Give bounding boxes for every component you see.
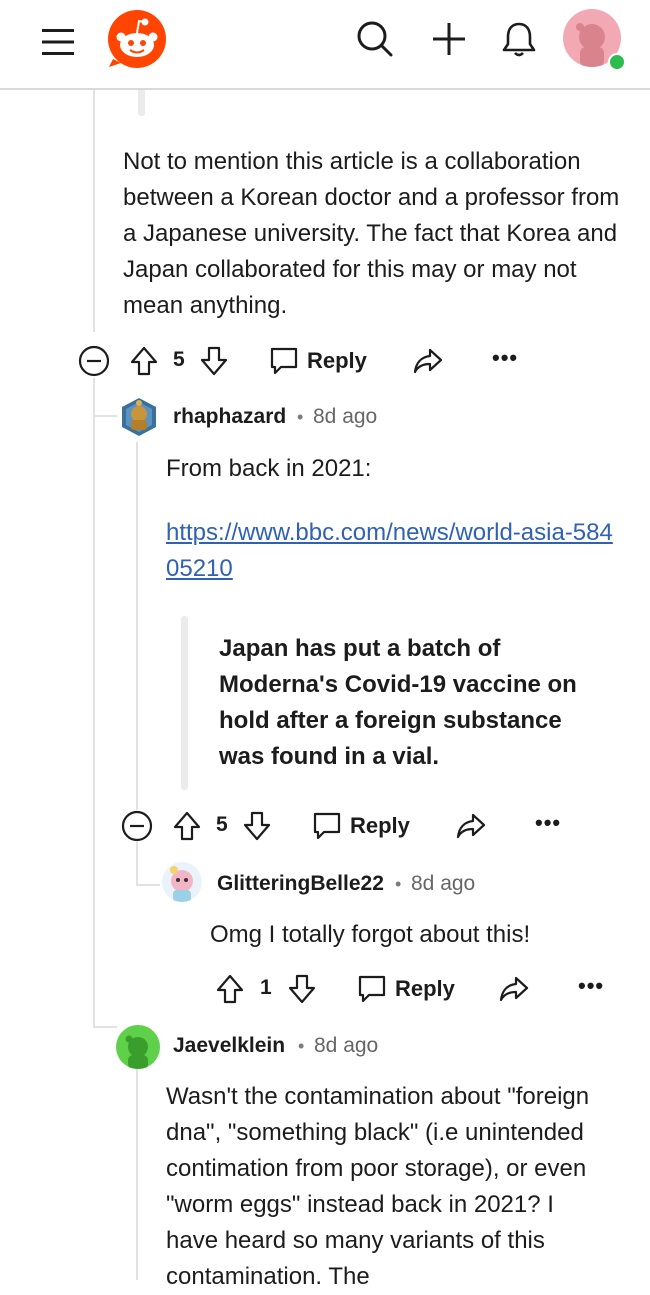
- share-icon[interactable]: [413, 347, 443, 375]
- reply-button[interactable]: Reply: [312, 811, 410, 841]
- collapse-icon[interactable]: [78, 345, 110, 377]
- share-icon[interactable]: [499, 975, 529, 1003]
- comment-author[interactable]: Jaevelklein: [173, 1034, 285, 1058]
- comment-icon: [358, 975, 386, 1003]
- external-link[interactable]: https://www.bbc.com/news/world-asia-5840…: [166, 519, 613, 582]
- comment-time: 8d ago: [411, 872, 476, 895]
- comment-actions: 5 Reply •••: [78, 342, 638, 382]
- comment-body: From back in 2021:: [166, 455, 372, 482]
- upvote-icon[interactable]: [216, 974, 244, 1004]
- comment-actions: 5 Reply •••: [121, 807, 621, 847]
- upvote-icon[interactable]: [173, 811, 201, 841]
- comment-time: 8d ago: [314, 1034, 379, 1057]
- share-icon[interactable]: [456, 812, 486, 840]
- collapse-icon[interactable]: [121, 810, 153, 842]
- comment-link-wrap: https://www.bbc.com/news/world-asia-5840…: [166, 515, 626, 587]
- reply-label: Reply: [350, 813, 410, 838]
- comment-actions: 1 Reply •••: [216, 970, 616, 1010]
- online-status-dot: [608, 53, 626, 71]
- avatar[interactable]: [118, 396, 160, 438]
- more-icon[interactable]: •••: [535, 810, 561, 836]
- reddit-logo[interactable]: [106, 8, 168, 70]
- top-app-bar: [0, 0, 650, 90]
- comment-icon: [270, 347, 298, 375]
- bell-icon[interactable]: [496, 16, 542, 62]
- vote-count: 5: [173, 348, 185, 371]
- more-icon[interactable]: •••: [578, 973, 604, 999]
- meta-separator: •: [297, 407, 304, 427]
- thread-line[interactable]: [93, 378, 95, 1026]
- thread-line[interactable]: [136, 884, 160, 886]
- quote-bar: [138, 88, 145, 116]
- plus-icon[interactable]: [426, 16, 472, 62]
- menu-icon[interactable]: [36, 20, 80, 64]
- upvote-icon[interactable]: [130, 346, 158, 376]
- comment-body: Wasn't the contamination about "foreign …: [166, 1083, 590, 1290]
- vote-count: 1: [260, 976, 272, 999]
- reply-button[interactable]: Reply: [269, 346, 367, 376]
- downvote-icon[interactable]: [288, 974, 316, 1004]
- reply-label: Reply: [395, 976, 455, 1001]
- comment-icon: [313, 812, 341, 840]
- thread-line[interactable]: [136, 842, 138, 886]
- comment-author[interactable]: rhaphazard: [173, 405, 286, 429]
- comment-time: 8d ago: [313, 405, 378, 428]
- thread-line[interactable]: [93, 1026, 117, 1028]
- blockquote: Japan has put a batch of Moderna's Covid…: [219, 635, 577, 770]
- comment-body: Not to mention this article is a collabo…: [123, 148, 620, 319]
- search-icon[interactable]: [352, 16, 398, 62]
- vote-count-wrap: 1: [260, 976, 272, 1000]
- comment-body: Omg I totally forgot about this!: [210, 921, 531, 948]
- quote-bar: [181, 616, 188, 790]
- meta-separator: •: [395, 874, 402, 894]
- thread-line[interactable]: [93, 88, 95, 332]
- vote-count: 5: [216, 813, 228, 836]
- thread-line[interactable]: [136, 1068, 138, 1280]
- thread-line[interactable]: [93, 415, 117, 417]
- downvote-icon[interactable]: [243, 811, 271, 841]
- vote-count-wrap: 5: [216, 813, 228, 837]
- meta-separator: •: [298, 1036, 305, 1056]
- thread-line[interactable]: [136, 442, 138, 810]
- avatar[interactable]: [162, 862, 202, 902]
- vote-count-wrap: 5: [173, 348, 185, 372]
- downvote-icon[interactable]: [200, 346, 228, 376]
- reply-label: Reply: [307, 348, 367, 373]
- reply-button[interactable]: Reply: [357, 974, 455, 1004]
- comment-author[interactable]: GlitteringBelle22: [217, 872, 384, 896]
- more-icon[interactable]: •••: [492, 345, 518, 371]
- avatar[interactable]: [116, 1025, 160, 1069]
